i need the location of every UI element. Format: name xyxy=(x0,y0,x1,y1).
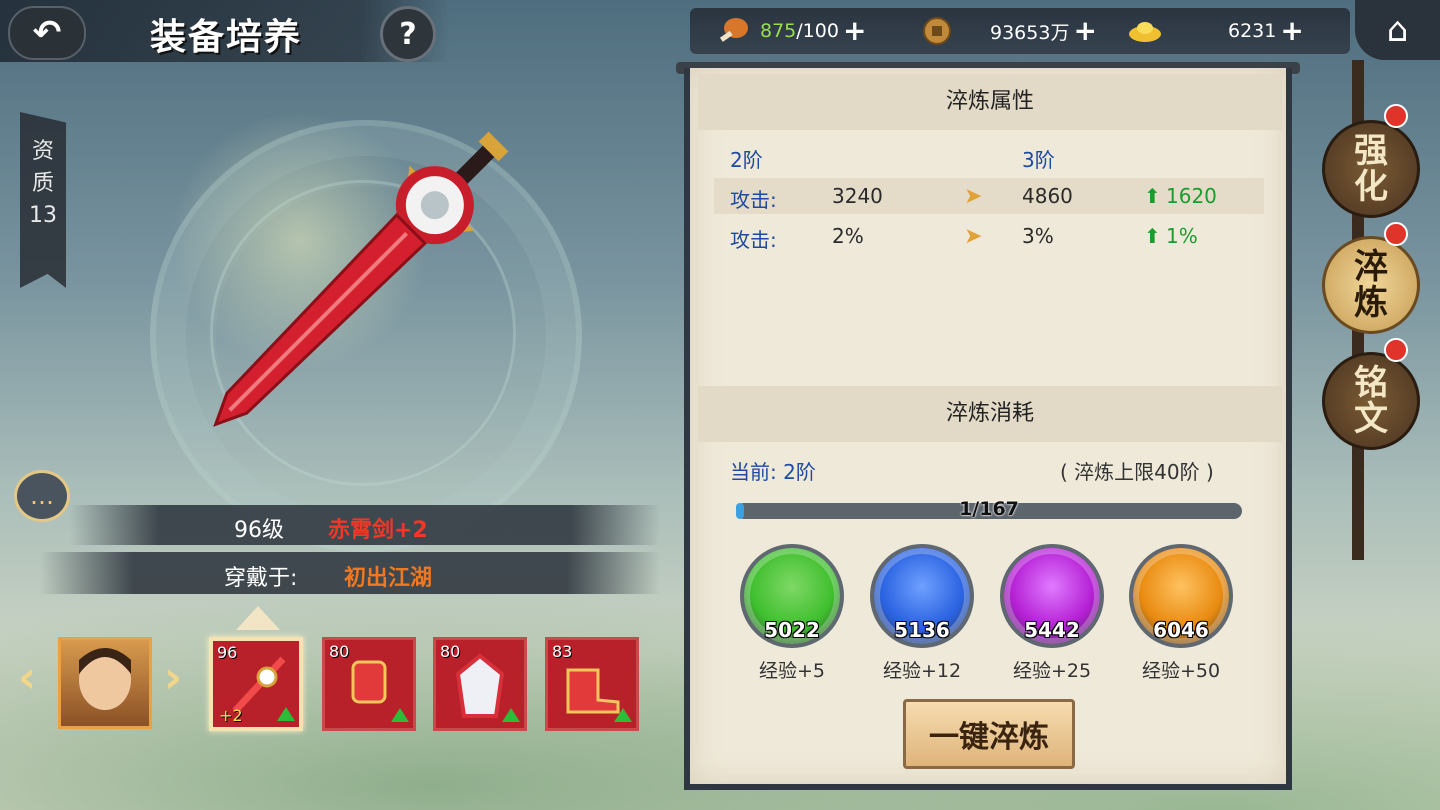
home-button[interactable]: ⌂ xyxy=(1355,0,1440,60)
equipment-slot-armor[interactable]: 80 xyxy=(322,637,416,731)
back-button[interactable]: ↶ xyxy=(8,6,86,60)
quality-tag: 资 质 13 xyxy=(20,112,66,288)
current-stage-label: 当前: 2阶 xyxy=(730,460,816,484)
stage-header-row: 2阶 3阶 xyxy=(730,138,1270,174)
chat-button[interactable]: … xyxy=(14,470,70,522)
stamina-add-button[interactable]: + xyxy=(843,17,866,45)
gem-count: 5442 xyxy=(1024,618,1080,642)
upgrade-arrow-icon xyxy=(614,708,632,722)
tab-label-top: 铭 xyxy=(1354,363,1388,403)
stamina-resource: 875 /100 + xyxy=(716,14,866,48)
gem-count: 5136 xyxy=(894,618,950,642)
gem-count: 5022 xyxy=(764,618,820,642)
gem-exp-label: 经验+25 xyxy=(1012,660,1092,682)
question-icon: ? xyxy=(399,16,417,52)
tab-label-bottom: 化 xyxy=(1354,167,1388,207)
attr-gain: 1620 xyxy=(1166,184,1217,208)
attr-row-attack-percent: 攻击: 2% ➤ 3% ⬆ 1% xyxy=(714,218,1264,254)
attr-next: 3% xyxy=(1022,224,1054,248)
upgrade-arrow-icon xyxy=(502,708,520,722)
attr-label: 攻击: xyxy=(730,228,777,252)
purple-gem-icon: 5442 xyxy=(1000,544,1104,648)
gem-exp-label: 经验+50 xyxy=(1141,660,1221,682)
attr-current: 3240 xyxy=(832,184,883,208)
hero-avatar[interactable] xyxy=(58,637,152,729)
stamina-current: 875 xyxy=(760,20,797,42)
coin-value: 93653万 xyxy=(990,21,1070,44)
tab-refine[interactable]: 淬炼 xyxy=(1322,236,1420,334)
selected-slot-indicator xyxy=(236,606,280,630)
coin-add-button[interactable]: + xyxy=(1073,17,1096,45)
up-arrow-icon: ⬆ xyxy=(1144,224,1161,248)
equipment-slot-robe[interactable]: 80 xyxy=(433,637,527,731)
gold-value: 6231 xyxy=(1228,20,1277,42)
tab-label-bottom: 文 xyxy=(1354,399,1388,439)
arrow-right-icon: ➤ xyxy=(964,184,983,209)
green-gem-icon: 5022 xyxy=(740,544,844,648)
next-hero-button[interactable]: › xyxy=(164,652,182,703)
notification-dot xyxy=(1384,222,1408,246)
worn-by-name: 初出江湖 xyxy=(344,566,433,591)
up-arrow-icon: ⬆ xyxy=(1144,184,1161,208)
drumstick-icon xyxy=(719,18,748,42)
sword-blade-edge xyxy=(228,232,408,412)
back-arrow-icon: ↶ xyxy=(32,13,62,53)
upgrade-arrow-icon xyxy=(277,707,295,721)
coin-resource: 93653万 + xyxy=(920,14,1097,48)
sword-illustration xyxy=(213,131,509,427)
blue-gem-icon: 5136 xyxy=(870,544,974,648)
item-name: 赤霄剑+2 xyxy=(328,518,428,543)
quality-value: 13 xyxy=(29,203,57,228)
tab-label-bottom: 炼 xyxy=(1354,283,1388,323)
attr-next: 4860 xyxy=(1022,184,1073,208)
slot-plus: +2 xyxy=(219,706,243,725)
tab-label-top: 淬 xyxy=(1354,247,1388,287)
arrow-right-icon: ➤ xyxy=(964,224,983,249)
gem-purple[interactable]: 5442 xyxy=(1000,544,1104,648)
hero-portrait xyxy=(79,648,131,710)
prev-hero-button[interactable]: ‹ xyxy=(18,652,36,703)
current-stage: 2阶 xyxy=(730,148,763,172)
notification-dot xyxy=(1384,104,1408,128)
gold-add-button[interactable]: + xyxy=(1280,17,1303,45)
attr-current: 2% xyxy=(832,224,864,248)
gold-ingot-icon xyxy=(1129,22,1161,42)
gem-orange[interactable]: 6046 xyxy=(1129,544,1233,648)
notification-dot xyxy=(1384,338,1408,362)
orange-gem-icon: 6046 xyxy=(1129,544,1233,648)
refine-progress-text: 1/167 xyxy=(959,498,1019,520)
refine-cost-title: 淬炼消耗 xyxy=(698,386,1282,442)
next-stage: 3阶 xyxy=(1022,148,1055,172)
attr-gain: 1% xyxy=(1166,224,1198,248)
page-title: 装备培养 xyxy=(150,16,303,58)
gem-blue[interactable]: 5136 xyxy=(870,544,974,648)
stamina-max: /100 xyxy=(796,20,839,42)
gem-green[interactable]: 5022 xyxy=(740,544,844,648)
stage-status-row: 当前: 2阶 ( 淬炼上限40阶 ) xyxy=(730,450,1270,486)
tab-label-top: 强 xyxy=(1354,131,1388,171)
home-icon: ⌂ xyxy=(1386,10,1409,50)
tab-inscription[interactable]: 铭文 xyxy=(1322,352,1420,450)
item-level: 96级 xyxy=(234,518,284,543)
attr-row-attack: 攻击: 3240 ➤ 4860 ⬆ 1620 xyxy=(714,178,1264,214)
help-button[interactable]: ? xyxy=(380,6,436,62)
quality-label-2: 质 xyxy=(31,171,54,196)
equipment-slot-boots[interactable]: 83 xyxy=(545,637,639,731)
attr-label: 攻击: xyxy=(730,188,777,212)
gem-count: 6046 xyxy=(1153,618,1209,642)
gem-exp-label: 经验+12 xyxy=(882,660,962,682)
copper-coin-icon xyxy=(923,17,951,45)
upgrade-arrow-icon xyxy=(391,708,409,722)
equipment-slot-weapon[interactable]: 96 +2 xyxy=(209,637,303,731)
stage-limit-label: ( 淬炼上限40阶 ) xyxy=(1060,460,1214,484)
quality-label-1: 资 xyxy=(31,139,54,164)
refine-attributes-title: 淬炼属性 xyxy=(698,74,1282,130)
gold-resource: 6231 + xyxy=(1128,14,1304,48)
chat-bubble-icon: … xyxy=(30,482,54,510)
tab-strengthen[interactable]: 强化 xyxy=(1322,120,1420,218)
worn-label: 穿戴于: xyxy=(224,566,298,591)
one-click-refine-button[interactable]: 一键淬炼 xyxy=(903,699,1075,769)
gem-exp-label: 经验+5 xyxy=(758,660,825,682)
